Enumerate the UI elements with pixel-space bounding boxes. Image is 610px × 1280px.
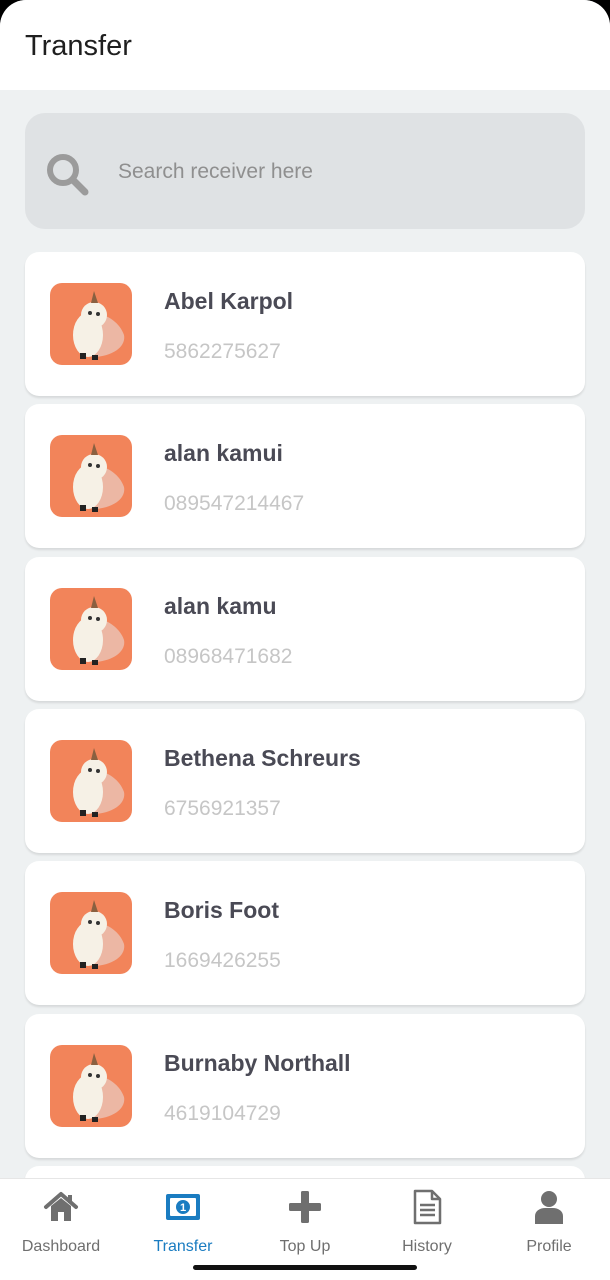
receiver-list: Abel Karpol 5862275627 alan kamui 089547… bbox=[0, 252, 610, 1178]
receiver-phone: 5862275627 bbox=[164, 340, 281, 363]
app-header: Transfer bbox=[0, 0, 610, 90]
receiver-phone: 6756921357 bbox=[164, 797, 281, 820]
nav-top-up[interactable]: Top Up bbox=[244, 1179, 366, 1269]
receiver-card[interactable]: Boris Foot 1669426255 bbox=[25, 861, 585, 1005]
search-input[interactable] bbox=[118, 152, 558, 192]
app-screen: Transfer Abel Karpol 5862275627 alan kam… bbox=[0, 0, 610, 1280]
avatar bbox=[50, 1045, 132, 1127]
receiver-card[interactable]: alan kamui 089547214467 bbox=[25, 404, 585, 548]
receiver-name: Burnaby Northall bbox=[164, 1050, 351, 1076]
avatar bbox=[50, 283, 132, 365]
receiver-card[interactable]: Burnaby Northall 4619104729 bbox=[25, 1014, 585, 1158]
nav-history[interactable]: History bbox=[366, 1179, 488, 1269]
avatar bbox=[50, 740, 132, 822]
nav-dashboard[interactable]: Dashboard bbox=[0, 1179, 122, 1269]
search-icon bbox=[47, 154, 89, 196]
home-indicator bbox=[193, 1265, 417, 1270]
nav-profile[interactable]: Profile bbox=[488, 1179, 610, 1269]
receiver-phone: 089547214467 bbox=[164, 492, 305, 515]
receiver-name: alan kamui bbox=[164, 440, 283, 466]
receiver-name: Bethena Schreurs bbox=[164, 745, 361, 771]
home-icon bbox=[44, 1192, 78, 1221]
receiver-name: Boris Foot bbox=[164, 897, 279, 923]
receiver-card[interactable]: alan kamu 08968471682 bbox=[25, 557, 585, 701]
user-icon bbox=[535, 1191, 563, 1224]
nav-label: Profile bbox=[526, 1238, 572, 1255]
document-icon bbox=[413, 1189, 442, 1225]
avatar bbox=[50, 892, 132, 974]
nav-label: History bbox=[402, 1238, 452, 1255]
avatar bbox=[50, 588, 132, 670]
nav-label: Dashboard bbox=[21, 1238, 101, 1255]
receiver-name: alan kamu bbox=[164, 593, 277, 619]
receiver-phone: 1669426255 bbox=[164, 949, 281, 972]
receiver-phone: 08968471682 bbox=[164, 645, 293, 668]
avatar bbox=[50, 435, 132, 517]
nav-transfer[interactable]: 1 Transfer bbox=[122, 1179, 244, 1269]
plus-icon bbox=[289, 1191, 321, 1223]
nav-label: Transfer bbox=[153, 1238, 213, 1255]
nav-label: Top Up bbox=[279, 1238, 331, 1255]
svg-text:1: 1 bbox=[180, 1202, 186, 1214]
receiver-card[interactable]: Abel Karpol 5862275627 bbox=[25, 252, 585, 396]
page-title: Transfer bbox=[25, 30, 132, 62]
receiver-phone: 4619104729 bbox=[164, 1102, 281, 1125]
receiver-card[interactable]: Bethena Schreurs 6756921357 bbox=[25, 709, 585, 853]
receiver-card-partial[interactable] bbox=[25, 1166, 585, 1178]
money-icon: 1 bbox=[166, 1194, 200, 1220]
receiver-name: Abel Karpol bbox=[164, 288, 294, 314]
